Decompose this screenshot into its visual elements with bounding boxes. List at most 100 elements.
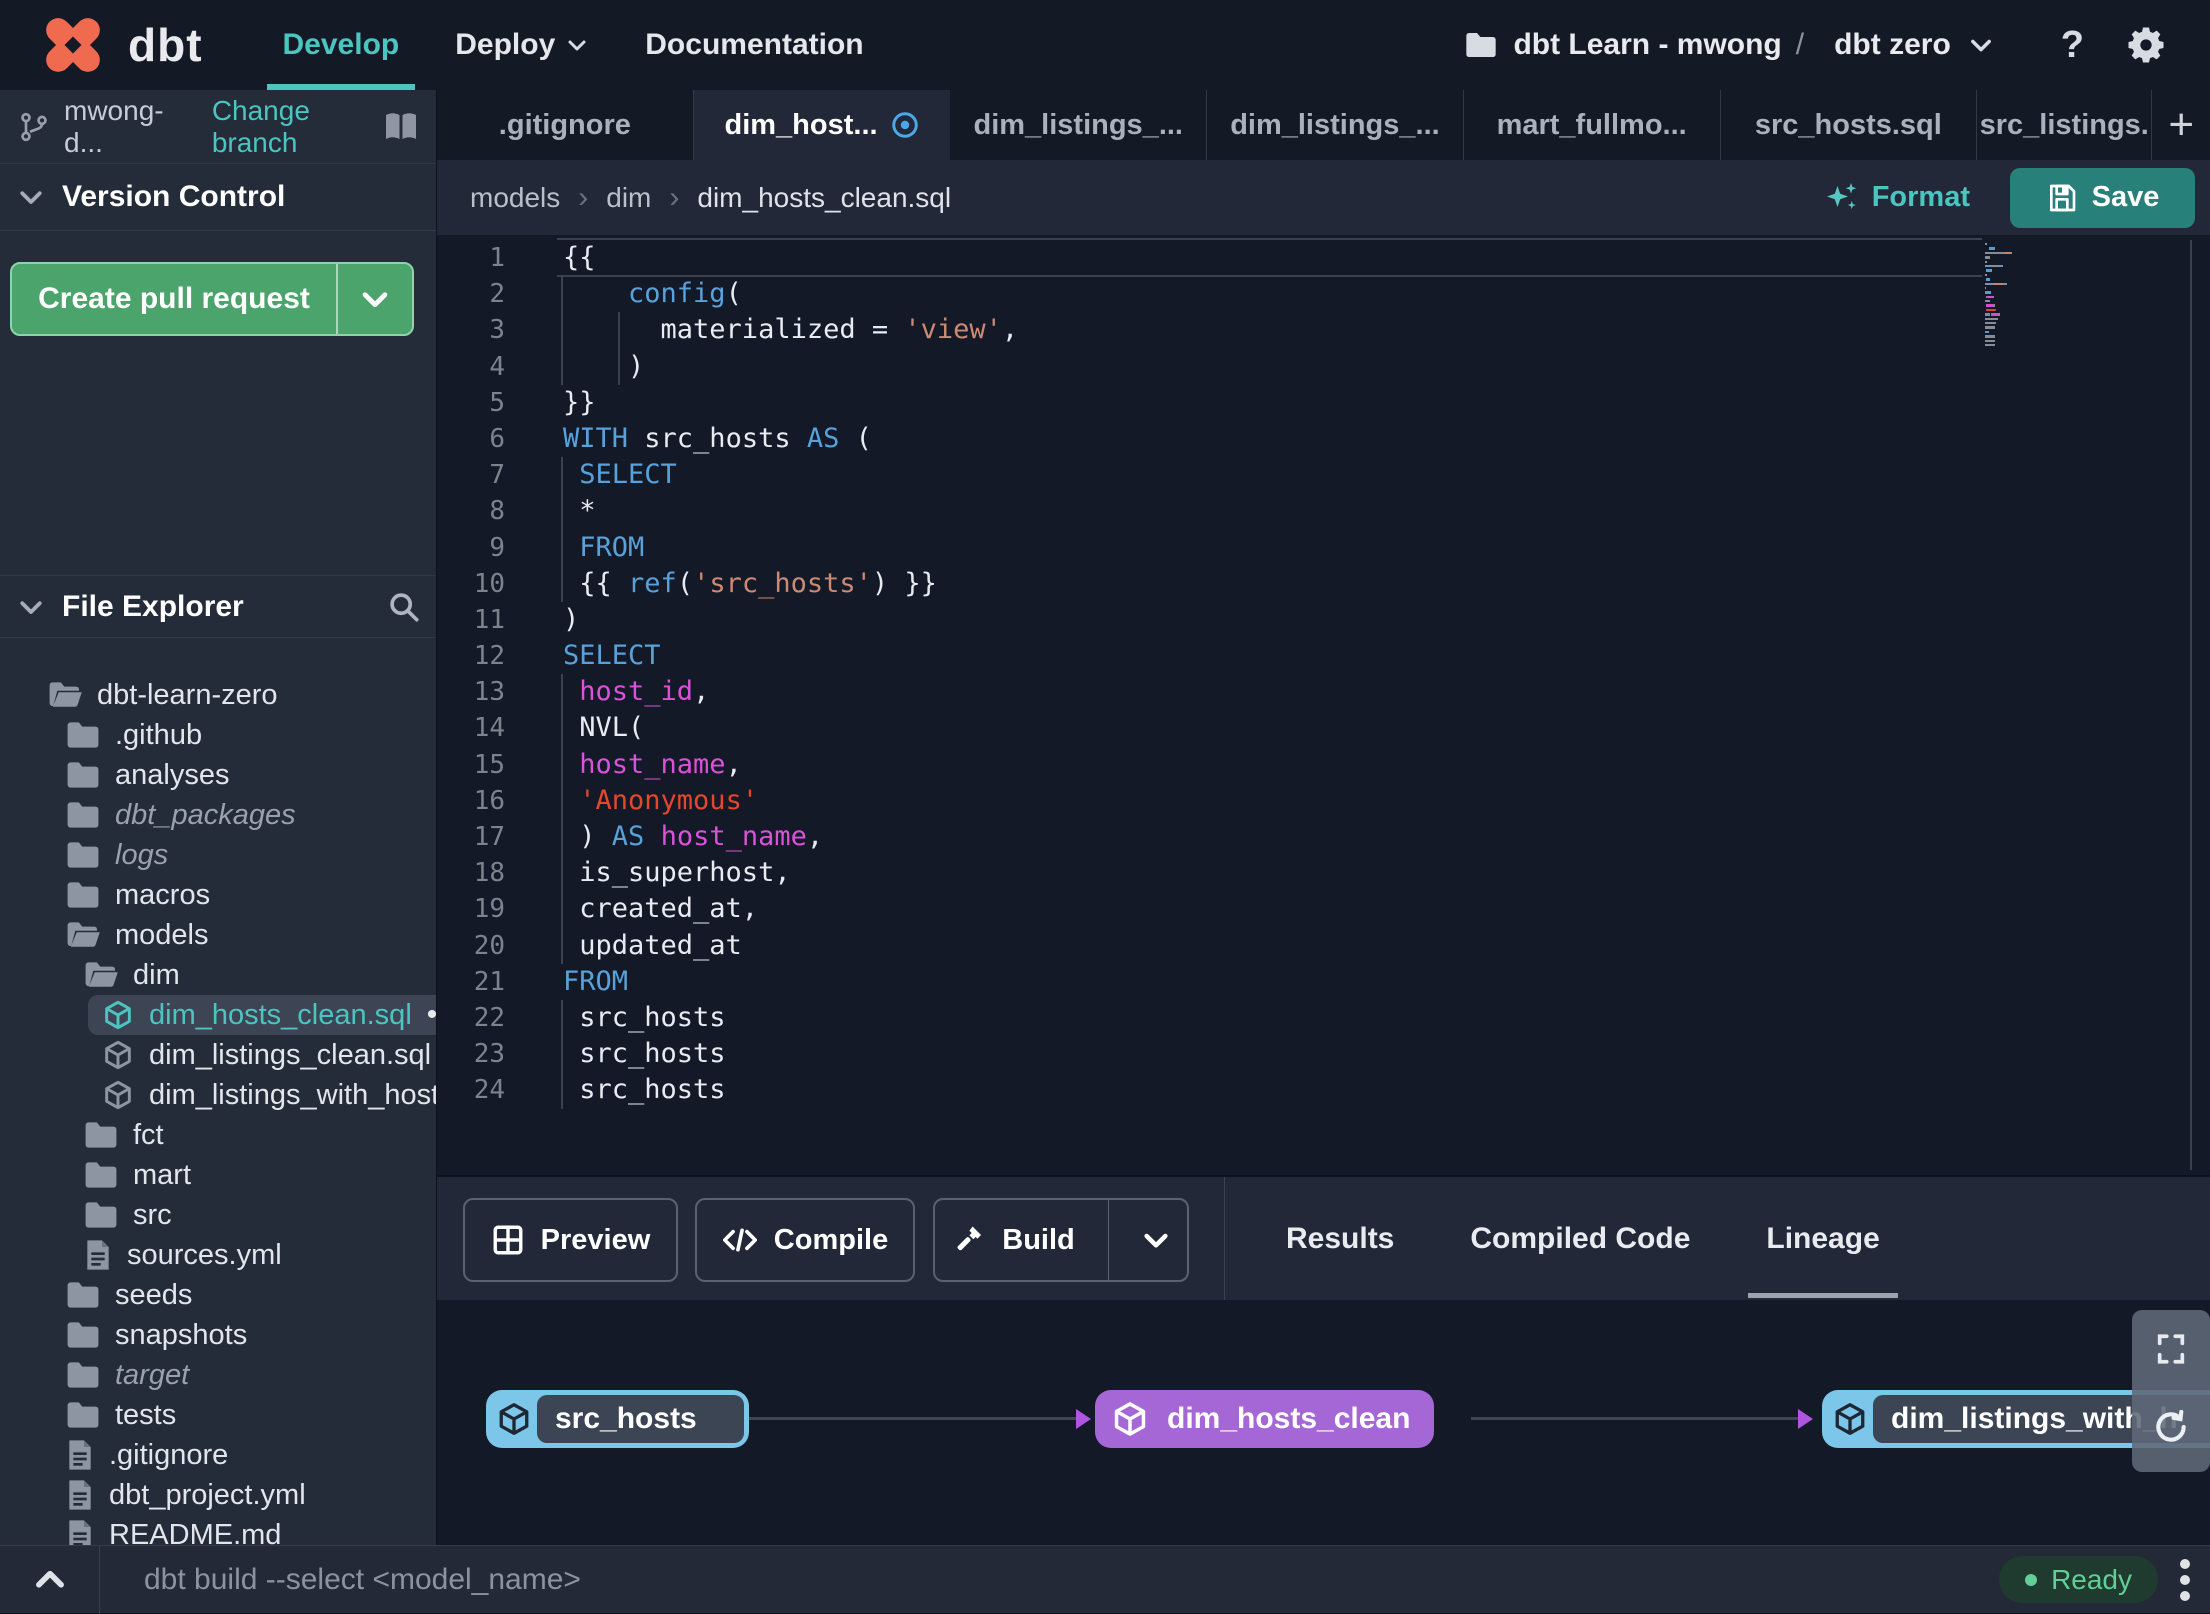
search-icon[interactable] [387, 590, 421, 624]
line-number: 7 [489, 460, 505, 491]
code-line-17: 17 ) AS host_name, [437, 819, 2210, 855]
version-control-header[interactable]: Version Control [0, 164, 436, 230]
tab-label: dim_host... [724, 108, 878, 141]
file-name: dim_hosts_clean.sql [149, 998, 412, 1031]
nav-item-documentation[interactable]: Documentation [617, 0, 891, 90]
fullscreen-icon[interactable] [2154, 1332, 2188, 1366]
command-input[interactable]: dbt build --select <model_name> [144, 1563, 581, 1597]
file-explorer-item-logs[interactable]: logs [0, 835, 436, 875]
add-tab-button[interactable]: + [2152, 90, 2210, 160]
environment-chevron-down-icon[interactable] [1967, 31, 1995, 59]
file-explorer-item-macros[interactable]: macros [0, 875, 436, 915]
code-editor[interactable]: 1{{2 config(3 materialized = 'view', 4 ) 5… [437, 235, 2210, 1175]
change-branch-link[interactable]: Change branch [212, 95, 383, 159]
environment-name[interactable]: dbt zero [1834, 28, 1951, 62]
line-number: 22 [473, 1002, 505, 1033]
chevron-down-icon [16, 592, 46, 622]
file-icon [66, 1479, 94, 1511]
file-explorer-item-tests[interactable]: tests [0, 1395, 436, 1435]
kebab-menu-icon[interactable] [2180, 1558, 2190, 1601]
file-explorer-item-dbt-packages[interactable]: dbt_packages [0, 795, 436, 835]
line-number: 5 [489, 387, 505, 418]
create-pull-request-button[interactable]: Create pull request [10, 262, 414, 336]
file-name: .github [115, 718, 203, 751]
file-name: dbt_packages [115, 798, 296, 831]
tab-label: .gitignore [498, 108, 631, 141]
status-badge: Ready [1999, 1556, 2158, 1603]
code-line-18: 18 is_superhost, [437, 855, 2210, 891]
file-explorer-item-mart[interactable]: mart [0, 1155, 436, 1195]
tab-mart-fullmo[interactable]: mart_fullmo... [1464, 90, 1721, 160]
floppy-disk-icon [2049, 184, 2075, 211]
file-explorer-item-readme-md[interactable]: README.md [0, 1515, 436, 1546]
file-explorer-item-github[interactable]: .github [0, 715, 436, 755]
settings-gear-icon[interactable] [2126, 25, 2166, 65]
file-name: README.md [109, 1518, 282, 1546]
build-button[interactable]: Build [933, 1198, 1189, 1282]
build-chevron-down-icon[interactable] [1125, 1200, 1187, 1280]
folder-icon [84, 1161, 118, 1189]
file-explorer-item-dbt-learn-zero[interactable]: dbt-learn-zero [0, 675, 436, 715]
lineage-edge [1471, 1417, 1801, 1420]
tab-src-listings[interactable]: src_listings. [1977, 90, 2153, 160]
line-number: 19 [473, 894, 505, 925]
breadcrumb-item[interactable]: models [470, 182, 560, 214]
minimap[interactable] [1985, 243, 2043, 348]
file-explorer-item-analyses[interactable]: analyses [0, 755, 436, 795]
tab-src-hosts-sql[interactable]: src_hosts.sql [1721, 90, 1978, 160]
indent-guide [561, 1000, 563, 1109]
file-explorer-item-sources-yml[interactable]: sources.yml [0, 1235, 436, 1275]
format-button[interactable]: Format [1824, 180, 1970, 216]
brand-name: dbt [128, 19, 203, 71]
nav-item-develop[interactable]: Develop [255, 0, 428, 90]
model-cube-icon [102, 999, 134, 1031]
tab-results[interactable]: Results [1280, 1177, 1400, 1300]
file-explorer-item-dim-hosts-clean-sql[interactable]: dim_hosts_clean.sql • [0, 995, 436, 1035]
code-line-22: 22 src_hosts [437, 1000, 2210, 1036]
tab-compiled-code[interactable]: Compiled Code [1464, 1177, 1696, 1300]
lineage-node-src-hosts[interactable]: src_hosts [486, 1390, 749, 1448]
tab-lineage[interactable]: Lineage [1748, 1177, 1899, 1300]
file-explorer-header[interactable]: File Explorer [0, 575, 436, 638]
lineage-canvas[interactable]: src_hosts dim_hosts_clean dim_listings_w… [437, 1300, 2210, 1545]
save-button[interactable]: Save [2010, 167, 2195, 228]
preview-button[interactable]: Preview [463, 1198, 678, 1282]
file-explorer-item-dim-listings-with-hosts[interactable]: dim_listings_with_hosts... [0, 1075, 436, 1115]
file-explorer-item-dim-listings-clean-sql[interactable]: dim_listings_clean.sql [0, 1035, 436, 1075]
file-explorer-item-src[interactable]: src [0, 1195, 436, 1235]
line-number: 3 [489, 315, 505, 346]
file-explorer-item-dim[interactable]: dim [0, 955, 436, 995]
dbt-logo-icon[interactable] [29, 1, 117, 89]
help-button[interactable]: ? [2061, 24, 2084, 67]
tab-dim-listings[interactable]: dim_listings_... [1207, 90, 1464, 160]
branch-name[interactable]: mwong-d... [64, 95, 188, 159]
tab-dim-listings[interactable]: dim_listings_... [950, 90, 1208, 160]
docs-book-icon[interactable] [383, 111, 419, 143]
tab-gitignore[interactable]: .gitignore [437, 90, 694, 160]
tab-dim-host[interactable]: dim_host... [693, 90, 951, 160]
file-explorer-item-target[interactable]: target [0, 1355, 436, 1395]
file-icon [66, 1519, 94, 1545]
file-explorer-item-fct[interactable]: fct [0, 1115, 436, 1155]
file-explorer-item-gitignore[interactable]: .gitignore [0, 1435, 436, 1475]
lineage-node-label: src_hosts [537, 1395, 744, 1443]
compile-button[interactable]: Compile [695, 1198, 915, 1282]
file-explorer-item-models[interactable]: models [0, 915, 436, 955]
breadcrumb-separator: › [669, 180, 680, 214]
project-name[interactable]: dbt Learn - mwong [1513, 28, 1781, 62]
code-line-23: 23 src_hosts [437, 1036, 2210, 1072]
lineage-node-dim-hosts-clean[interactable]: dim_hosts_clean [1095, 1390, 1435, 1448]
file-explorer-item-snapshots[interactable]: snapshots [0, 1315, 436, 1355]
nav-item-deploy[interactable]: Deploy [427, 0, 617, 90]
code-line-2: 2 config( [437, 276, 2210, 312]
file-explorer-item-seeds[interactable]: seeds [0, 1275, 436, 1315]
create-pr-chevron-down-icon[interactable] [338, 264, 412, 334]
collapse-panel-chevron-up-icon[interactable] [0, 1545, 100, 1614]
editor-scrollbar[interactable] [2190, 240, 2192, 1170]
breadcrumb-toolbar: models › dim › dim_hosts_clean.sql Forma… [437, 160, 2210, 235]
refresh-icon[interactable] [2152, 1408, 2190, 1446]
main-nav-menu: Develop Deploy Documentation [255, 0, 892, 90]
file-explorer-item-dbt-project-yml[interactable]: dbt_project.yml [0, 1475, 436, 1515]
build-button-main[interactable]: Build [935, 1200, 1092, 1280]
breadcrumb-item[interactable]: dim [606, 182, 651, 214]
